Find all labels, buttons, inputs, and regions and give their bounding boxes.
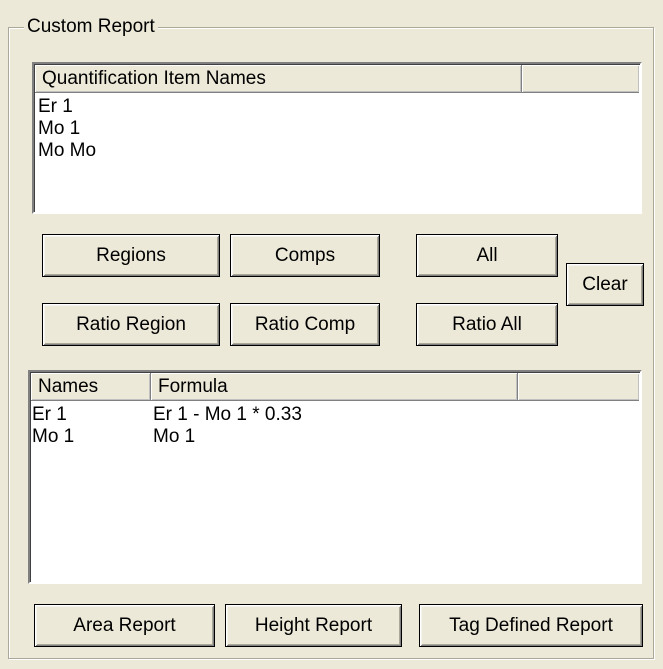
list-item[interactable]: Er 1 [38,96,638,118]
row-name: Mo 1 [32,426,75,447]
table-row[interactable]: Mo 1 Mo 1 [32,426,638,448]
tag-defined-report-button[interactable]: Tag Defined Report [419,604,643,647]
area-report-button[interactable]: Area Report [34,604,215,647]
column-header-formula[interactable]: Formula [151,373,518,401]
row-formula: Mo 1 [153,426,196,447]
item-name: Er 1 [38,96,73,117]
table-row[interactable]: Er 1 Er 1 - Mo 1 * 0.33 [32,404,638,426]
column-header-item-names[interactable]: Quantification Item Names [35,65,522,93]
comps-button[interactable]: Comps [230,234,380,277]
clear-button[interactable]: Clear [566,263,644,306]
list-header: Quantification Item Names [35,65,639,93]
item-name: Mo Mo [38,140,97,161]
item-name: Mo 1 [38,118,81,139]
row-formula: Er 1 - Mo 1 * 0.33 [153,404,302,425]
list-body: Er 1 Er 1 - Mo 1 * 0.33 Mo 1 Mo 1 [32,404,638,448]
row-name: Er 1 [32,404,67,425]
regions-button[interactable]: Regions [42,234,220,277]
ratio-region-button[interactable]: Ratio Region [42,303,220,346]
column-header-blank[interactable] [522,65,639,93]
ratio-comp-button[interactable]: Ratio Comp [230,303,380,346]
quantification-items-list[interactable]: Quantification Item Names Er 1 Mo 1 Mo M… [32,62,642,214]
all-button[interactable]: All [416,234,558,277]
list-item[interactable]: Mo 1 [38,118,638,140]
formula-list[interactable]: Names Formula Er 1 Er 1 - Mo 1 * 0.33 Mo… [28,370,642,584]
list-item[interactable]: Mo Mo [38,140,638,162]
list-body: Er 1 Mo 1 Mo Mo [38,96,638,162]
column-header-names[interactable]: Names [31,373,151,401]
list-header: Names Formula [31,373,639,401]
ratio-all-button[interactable]: Ratio All [416,303,558,346]
height-report-button[interactable]: Height Report [225,604,402,647]
column-header-blank[interactable] [518,373,639,401]
group-title: Custom Report [24,17,158,37]
